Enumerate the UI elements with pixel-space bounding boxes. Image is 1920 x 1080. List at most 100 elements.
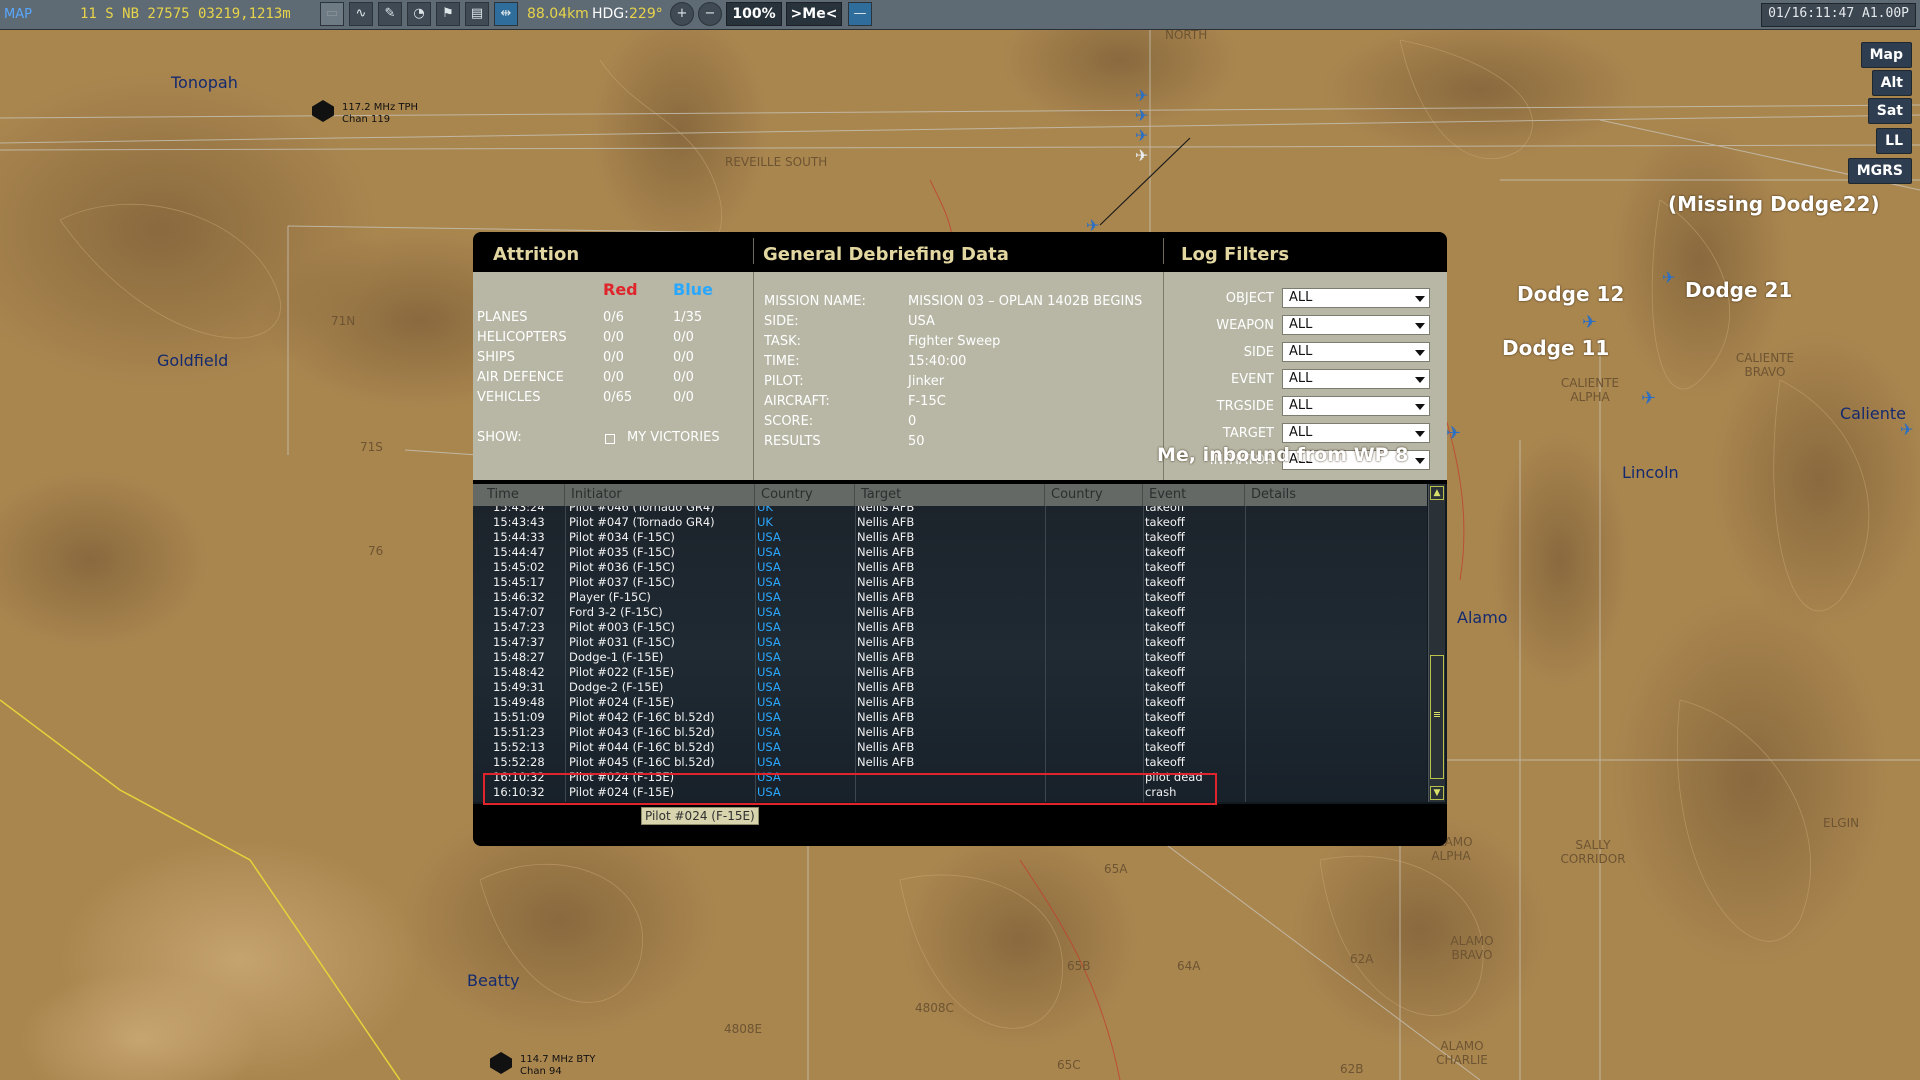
log-table-body[interactable]: 15:43:24 Pilot #046 (Tornado GR4) UK Nellis…: [473, 506, 1427, 802]
log-row[interactable]: 15:45:17 Pilot #037 (F-15C) USA Nellis AFB t…: [473, 575, 1427, 590]
col-header-event[interactable]: Event: [1143, 484, 1245, 506]
log-scrollbar[interactable]: ▲ ▼: [1428, 484, 1445, 802]
log-cell-target: Nellis AFB: [857, 740, 915, 754]
log-cell-country: USA: [757, 650, 781, 664]
collapse-toolbar-icon[interactable]: —: [848, 2, 872, 26]
layer-button-map[interactable]: Map: [1860, 42, 1912, 68]
map-area-71n: 71N: [331, 314, 356, 328]
log-row[interactable]: 15:51:09 Pilot #042 (F-16C bl.52d) USA Nell…: [473, 710, 1427, 725]
zoom-in-icon[interactable]: +: [670, 2, 694, 26]
log-row[interactable]: 15:48:42 Pilot #022 (F-15E) USA Nellis AFB t…: [473, 665, 1427, 680]
log-row[interactable]: 15:47:07 Ford 3-2 (F-15C) USA Nellis AFB tak…: [473, 605, 1427, 620]
center-on-me-button[interactable]: >Me<: [786, 2, 842, 26]
general-field-value: 15:40:00: [908, 354, 967, 369]
measure-tool-icon[interactable]: ✎: [378, 2, 402, 26]
annotation-me-inbound: Me, inbound from WP 8: [1157, 444, 1409, 466]
aircraft-icon[interactable]: ✈: [1135, 106, 1148, 125]
annotation-dodge11: Dodge 11: [1502, 336, 1610, 360]
layer-button-ll[interactable]: LL: [1876, 128, 1912, 154]
general-field-value: 0: [908, 414, 917, 429]
message-tool-icon[interactable]: ▤: [465, 2, 489, 26]
log-cell-event: takeoff: [1145, 725, 1185, 739]
log-cell-time: 15:43:24: [493, 506, 545, 514]
my-victories-checkbox[interactable]: [605, 434, 615, 444]
log-row[interactable]: 15:49:48 Pilot #024 (F-15E) USA Nellis AFB t…: [473, 695, 1427, 710]
filter-select-weapon[interactable]: ALL: [1282, 315, 1430, 335]
log-row[interactable]: 15:43:24 Pilot #046 (Tornado GR4) UK Nellis…: [473, 506, 1427, 515]
filter-select-event[interactable]: ALL: [1282, 369, 1430, 389]
general-field-label: MISSION NAME:: [764, 294, 866, 309]
log-row[interactable]: 15:47:23 Pilot #003 (F-15C) USA Nellis AFB t…: [473, 620, 1427, 635]
col-header-details[interactable]: Details: [1245, 484, 1427, 506]
map-area-71s: 71S: [360, 440, 383, 454]
layer-button-sat[interactable]: Sat: [1867, 98, 1912, 124]
filter-select-trgside[interactable]: ALL: [1282, 396, 1430, 416]
col-header-target[interactable]: Target: [855, 484, 1045, 506]
log-cell-time: 15:49:48: [493, 695, 545, 709]
chevron-down-icon: [1415, 458, 1425, 464]
header-divider: [753, 238, 754, 264]
threat-tool-icon[interactable]: ⚑: [436, 2, 460, 26]
cursor-position-readout: 11 S NB 27575 03219,1213m: [80, 6, 291, 22]
layer-button-mgrs[interactable]: MGRS: [1847, 158, 1912, 184]
attrition-title: Attrition: [493, 244, 580, 265]
scrollbar-thumb[interactable]: [1430, 655, 1444, 779]
map-area-64a: 64A: [1177, 959, 1201, 973]
aircraft-icon[interactable]: ✈: [1641, 388, 1656, 409]
log-row[interactable]: 15:49:31 Dodge-2 (F-15E) USA Nellis AFB take…: [473, 680, 1427, 695]
filter-select-target[interactable]: ALL: [1282, 423, 1430, 443]
log-row[interactable]: 15:45:02 Pilot #036 (F-15C) USA Nellis AFB t…: [473, 560, 1427, 575]
map-area-4808e: 4808E: [724, 1022, 763, 1036]
route-tool-icon[interactable]: ∿: [349, 2, 373, 26]
log-row[interactable]: 15:48:27 Dodge-1 (F-15E) USA Nellis AFB take…: [473, 650, 1427, 665]
navaid-chan: Chan 119: [342, 114, 391, 125]
aircraft-icon[interactable]: ✈: [1446, 423, 1461, 444]
layer-button-alt[interactable]: Alt: [1871, 70, 1912, 96]
col-header-time[interactable]: Time: [473, 484, 565, 506]
scroll-up-icon[interactable]: ▲: [1430, 486, 1444, 500]
log-row[interactable]: 15:51:23 Pilot #043 (F-16C bl.52d) USA Nell…: [473, 725, 1427, 740]
log-row[interactable]: 15:44:33 Pilot #034 (F-15C) USA Nellis AFB t…: [473, 530, 1427, 545]
filter-select-value: ALL: [1289, 290, 1313, 305]
zoom-out-icon[interactable]: −: [698, 2, 722, 26]
log-cell-initiator: Ford 3-2 (F-15C): [569, 605, 663, 619]
log-row[interactable]: 15:46:32 Player (F-15C) USA Nellis AFB takeo…: [473, 590, 1427, 605]
log-cell-country: USA: [757, 605, 781, 619]
aircraft-icon[interactable]: ✈: [1135, 146, 1148, 165]
log-row[interactable]: 15:44:47 Pilot #035 (F-15C) USA Nellis AFB t…: [473, 545, 1427, 560]
log-cell-target: Nellis AFB: [857, 695, 915, 709]
log-cell-target: Nellis AFB: [857, 506, 915, 514]
range-tool-icon[interactable]: ⇹: [494, 2, 518, 26]
log-cell-target: Nellis AFB: [857, 755, 915, 769]
log-cell-country: USA: [757, 590, 781, 604]
zoom-level-button[interactable]: 100%: [726, 2, 782, 26]
aircraft-icon[interactable]: ✈: [1582, 312, 1597, 333]
navaid-freq: 114.7 MHz BTY: [520, 1054, 596, 1065]
log-cell-target: Nellis AFB: [857, 650, 915, 664]
log-row[interactable]: 15:52:28 Pilot #045 (F-16C bl.52d) USA Nell…: [473, 755, 1427, 770]
log-cell-event: takeoff: [1145, 620, 1185, 634]
log-row[interactable]: 15:47:37 Pilot #031 (F-15C) USA Nellis AFB t…: [473, 635, 1427, 650]
map-label-tonopah: Tonopah: [171, 73, 238, 92]
scroll-down-icon[interactable]: ▼: [1430, 786, 1444, 800]
log-row[interactable]: 15:43:43 Pilot #047 (Tornado GR4) UK Nellis…: [473, 515, 1427, 530]
row-tooltip: Pilot #024 (F-15E): [641, 807, 759, 825]
radar-tool-icon[interactable]: ◔: [407, 2, 431, 26]
aircraft-icon[interactable]: ✈: [1135, 86, 1148, 105]
aircraft-icon[interactable]: ✈: [1135, 126, 1148, 145]
filter-select-object[interactable]: ALL: [1282, 288, 1430, 308]
col-header-target-country[interactable]: Country: [1045, 484, 1143, 506]
map-area-65c: 65C: [1057, 1058, 1081, 1072]
log-cell-initiator: Dodge-1 (F-15E): [569, 650, 664, 664]
col-header-country[interactable]: Country: [755, 484, 855, 506]
log-cell-time: 15:44:47: [493, 545, 545, 559]
filter-label-trgside: TRGSIDE: [1216, 399, 1274, 414]
log-cell-initiator: Pilot #046 (Tornado GR4): [569, 506, 715, 514]
log-row[interactable]: 15:52:13 Pilot #044 (F-16C bl.52d) USA Nell…: [473, 740, 1427, 755]
aircraft-icon[interactable]: ✈: [1662, 268, 1675, 287]
col-header-initiator[interactable]: Initiator: [565, 484, 755, 506]
filter-select-side[interactable]: ALL: [1282, 342, 1430, 362]
log-cell-target: Nellis AFB: [857, 635, 915, 649]
aircraft-icon[interactable]: ✈: [1900, 420, 1913, 439]
log-cell-time: 15:52:28: [493, 755, 545, 769]
